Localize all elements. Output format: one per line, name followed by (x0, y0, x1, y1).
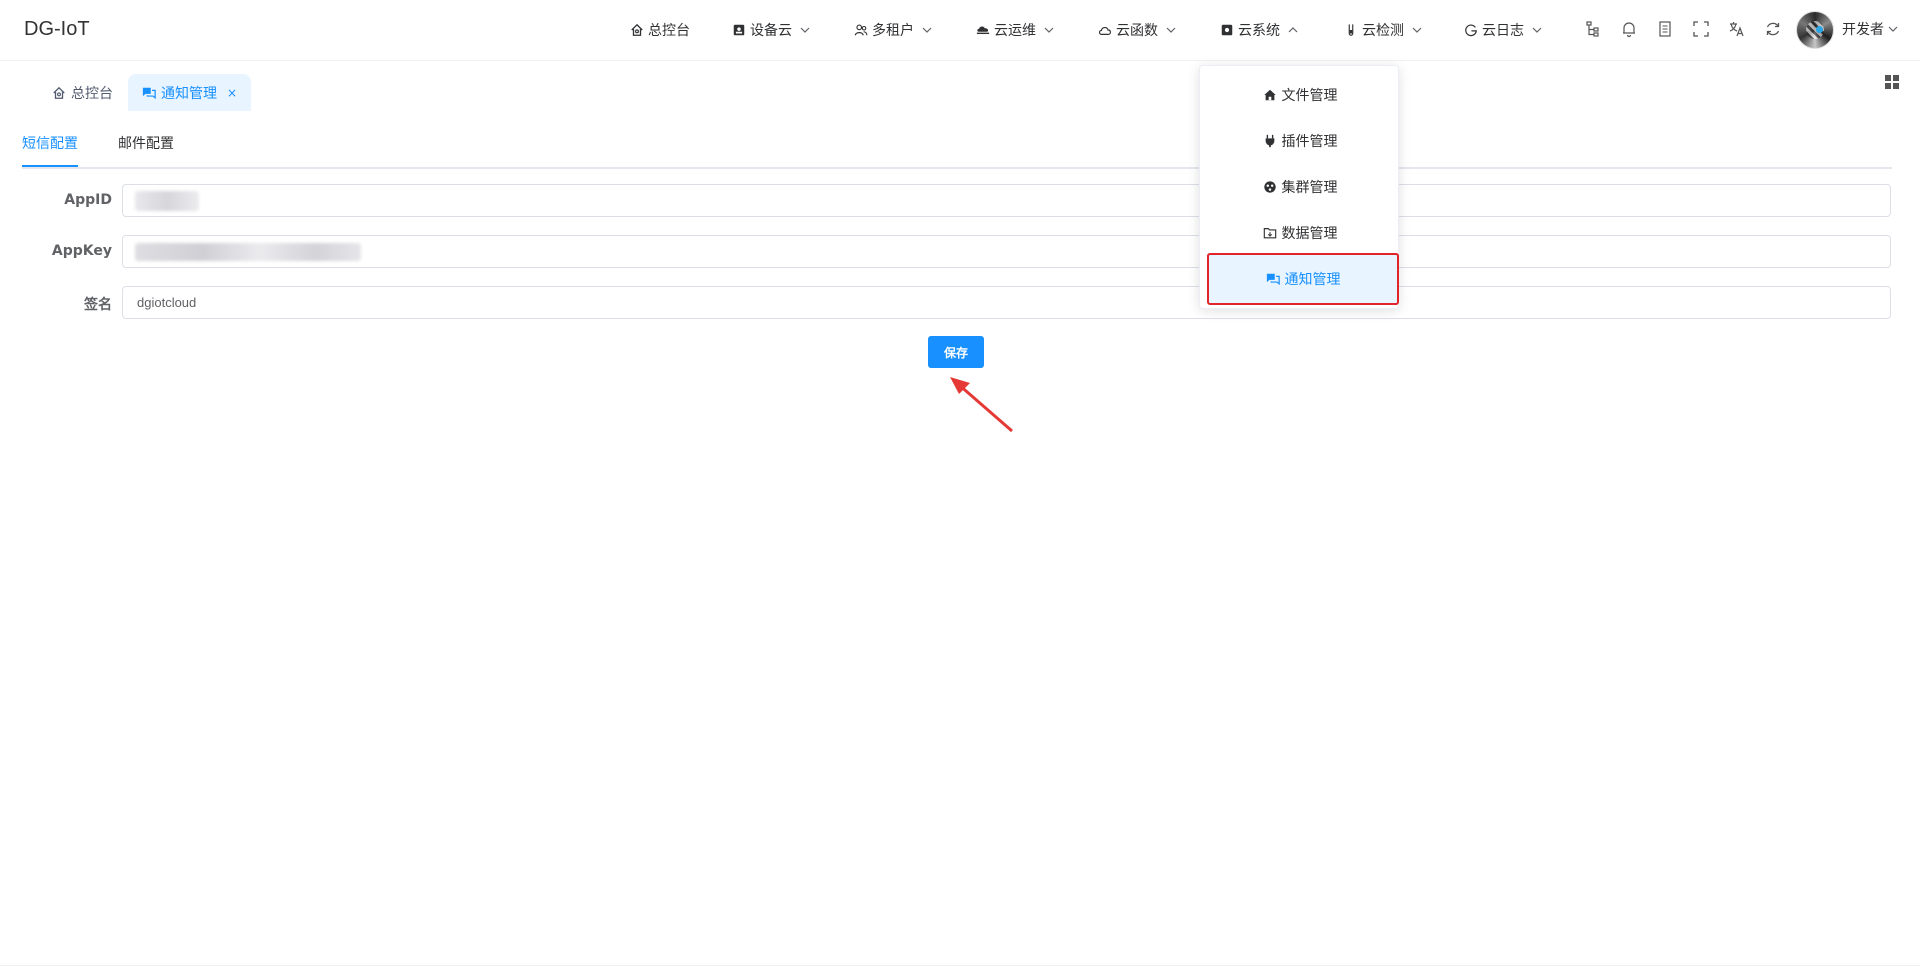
chat-icon (142, 87, 156, 99)
close-icon[interactable]: × (227, 86, 237, 100)
menu-item-label: 集群管理 (1281, 180, 1338, 196)
sitemap-icon[interactable] (1584, 20, 1602, 38)
cluster-icon (1263, 181, 1276, 193)
test-tube-icon (1348, 24, 1354, 36)
nav-cloud-functions[interactable]: 云函数 (1098, 19, 1176, 41)
chevron-down-icon (1044, 27, 1054, 33)
config-tabs: 短信配置 邮件配置 (22, 129, 1892, 169)
avatar[interactable] (1796, 11, 1834, 49)
tab-notification[interactable]: 通知管理 × (128, 74, 252, 111)
form-row-sign: 签名 dgiotcloud (0, 286, 1920, 320)
cloud-system-dropdown: 文件管理 插件管理 集群管理 数据管理 通知管理 (1199, 65, 1399, 309)
menu-item-label: 插件管理 (1281, 134, 1338, 150)
chevron-down-icon (922, 27, 932, 33)
device-icon (733, 24, 745, 36)
menu-item-label: 文件管理 (1281, 88, 1338, 104)
nav-cloud-ops[interactable]: 云运维 (976, 19, 1054, 41)
chevron-down-icon (1888, 26, 1898, 32)
top-navbar: DG-IoT 总控台 设备云 多租户 云运维 云函数 云系统 云检测 云日志 开… (0, 0, 1920, 61)
tab-dashboard-label: 总控台 (71, 85, 113, 102)
form-row-appid: AppID (0, 184, 1920, 218)
nav-cloud-system[interactable]: 云系统 (1220, 19, 1298, 41)
grid-icon[interactable] (1884, 74, 1900, 90)
chevron-down-icon (1532, 27, 1542, 33)
folder-icon (1263, 228, 1276, 239)
redacted-value (135, 243, 361, 261)
chevron-down-icon (1412, 27, 1422, 33)
nav-cloud-log[interactable]: 云日志 (1464, 19, 1542, 41)
cloud-icon (1098, 27, 1111, 35)
system-icon (1221, 24, 1233, 36)
translate-icon[interactable] (1728, 20, 1746, 38)
appkey-field[interactable] (122, 235, 1891, 268)
home-icon (631, 23, 643, 36)
appid-label: AppID (64, 192, 112, 208)
app-logo[interactable]: DG-IoT (24, 18, 90, 41)
nav-dashboard[interactable]: 总控台 (630, 19, 690, 41)
save-button[interactable]: 保存 (928, 336, 984, 368)
refresh-icon[interactable] (1764, 20, 1782, 38)
nav-cloud-functions-label: 云函数 (1116, 23, 1158, 39)
house-icon (1263, 89, 1276, 101)
chevron-up-icon (1288, 27, 1298, 33)
nav-cloud-log-label: 云日志 (1482, 23, 1524, 39)
sign-label: 签名 (84, 297, 112, 313)
menu-item-cluster-management[interactable]: 集群管理 (1200, 164, 1400, 210)
chat-icon (1266, 273, 1280, 286)
plug-icon (1265, 134, 1274, 148)
sign-field[interactable]: dgiotcloud (122, 286, 1891, 319)
menu-item-label: 通知管理 (1284, 272, 1341, 288)
menu-item-notification-management[interactable]: 通知管理 (1207, 253, 1399, 305)
bell-icon[interactable] (1620, 20, 1638, 38)
user-name: 开发者 (1842, 22, 1884, 38)
menu-item-file-management[interactable]: 文件管理 (1200, 72, 1400, 118)
menu-item-plugin-management[interactable]: 插件管理 (1200, 118, 1400, 164)
nav-multi-tenant-label: 多租户 (872, 23, 914, 39)
nav-multi-tenant[interactable]: 多租户 (854, 19, 932, 41)
avatar-dot (1816, 26, 1823, 33)
nav-cloud-ops-label: 云运维 (994, 23, 1036, 39)
log-icon (1465, 24, 1477, 37)
form-row-appkey: AppKey (0, 235, 1920, 269)
user-menu[interactable]: 开发者 (1842, 19, 1898, 39)
annotation-arrow (950, 377, 1013, 433)
home-icon (53, 86, 65, 99)
nav-cloud-test-label: 云检测 (1362, 23, 1404, 39)
nav-device-cloud[interactable]: 设备云 (732, 19, 810, 41)
nav-cloud-system-label: 云系统 (1238, 23, 1280, 39)
chevron-down-icon (800, 27, 810, 33)
menu-item-label: 数据管理 (1281, 226, 1338, 242)
divider (0, 965, 1920, 966)
chevron-down-icon (1166, 27, 1176, 33)
appkey-label: AppKey (51, 243, 112, 259)
tab-notification-label: 通知管理 (161, 85, 217, 102)
nav-dashboard-label: 总控台 (648, 23, 690, 39)
tags-view: 总控台 通知管理 × (0, 61, 1920, 111)
tab-email-config[interactable]: 邮件配置 (118, 129, 174, 167)
doc-icon[interactable] (1656, 20, 1674, 38)
appid-field[interactable] (122, 184, 1891, 217)
users-icon (854, 24, 868, 36)
redacted-value (135, 191, 199, 211)
nav-device-cloud-label: 设备云 (750, 23, 792, 39)
fullscreen-icon[interactable] (1692, 20, 1710, 38)
main-content: 短信配置 邮件配置 AppID AppKey 签名 dgiotcloud 保存 (0, 111, 1920, 969)
cloud-ops-icon (976, 26, 990, 35)
menu-item-data-management[interactable]: 数据管理 (1200, 210, 1400, 256)
tab-sms-config[interactable]: 短信配置 (22, 129, 78, 167)
nav-cloud-test[interactable]: 云检测 (1344, 19, 1422, 41)
tab-dashboard[interactable]: 总控台 (38, 74, 127, 111)
